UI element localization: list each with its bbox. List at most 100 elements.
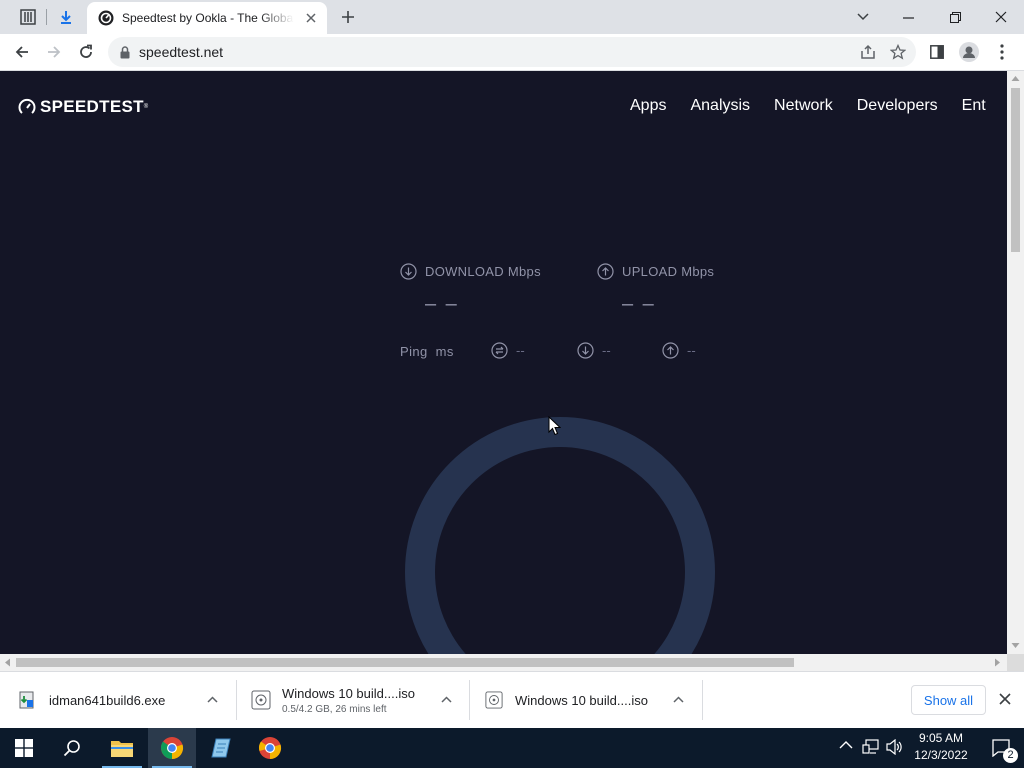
action-center-button[interactable]: 2 <box>980 728 1024 768</box>
download-item[interactable]: Windows 10 build....iso <box>485 672 702 728</box>
shelf-divider <box>469 680 470 720</box>
pinned-tab-downloads[interactable] <box>48 0 84 34</box>
ping-idle-value: -- <box>516 343 525 358</box>
scroll-up-icon[interactable] <box>1011 75 1020 82</box>
volume-tray-button[interactable] <box>886 739 904 755</box>
gauge-logo-icon <box>18 98 36 114</box>
chevron-up-icon[interactable] <box>673 696 684 703</box>
menu-button[interactable] <box>988 38 1016 66</box>
back-button[interactable] <box>8 38 36 66</box>
close-shelf-button[interactable] <box>999 693 1011 705</box>
ping-label: Ping ms <box>400 344 454 359</box>
download-name: idman641build6.exe <box>49 692 166 708</box>
download-icon <box>61 11 71 24</box>
url-text: speedtest.net <box>139 44 224 60</box>
pinned-tab-library[interactable] <box>10 0 46 34</box>
speedtest-favicon-icon <box>98 10 114 26</box>
download-name: Windows 10 build....iso <box>282 685 415 701</box>
idle-latency-icon <box>491 342 508 359</box>
network-tray-button[interactable] <box>862 739 880 755</box>
taskbar-chrome-canary[interactable] <box>246 728 294 768</box>
taskbar-chrome[interactable] <box>148 728 196 768</box>
nav-enterprise[interactable]: Ent <box>962 97 986 115</box>
chevron-up-icon[interactable] <box>207 696 218 703</box>
taskbar-clock[interactable]: 9:05 AM 12/3/2022 <box>908 730 974 764</box>
scroll-left-icon[interactable] <box>4 658 11 667</box>
side-panel-icon <box>930 45 944 59</box>
search-icon <box>63 740 80 757</box>
folder-icon <box>111 741 133 757</box>
close-icon <box>995 11 1007 23</box>
download-arrow-icon <box>400 263 417 280</box>
ping-download: -- <box>577 342 611 359</box>
bookmark-star-icon[interactable] <box>890 44 906 60</box>
address-bar[interactable]: speedtest.net <box>108 37 916 67</box>
tab-strip: Speedtest by Ookla - The Global Broadban… <box>0 0 1024 34</box>
restore-button[interactable] <box>943 7 967 27</box>
chrome-icon <box>161 737 184 760</box>
tab-separator <box>46 9 47 25</box>
scroll-down-icon[interactable] <box>1011 642 1020 649</box>
download-shelf: idman641build6.exe Windows 10 build....i… <box>0 671 1024 728</box>
library-icon <box>20 9 36 25</box>
logo-text: SPEEDTEST <box>40 97 144 116</box>
vertical-scrollbar[interactable] <box>1007 71 1024 654</box>
clock-time: 9:05 AM <box>918 731 964 745</box>
exe-file-icon <box>19 691 34 709</box>
minimize-button[interactable] <box>896 7 920 27</box>
windows-logo-icon <box>15 739 33 757</box>
search-button[interactable] <box>48 728 96 768</box>
horizontal-scroll-thumb[interactable] <box>16 658 794 667</box>
scroll-right-icon[interactable] <box>994 658 1001 667</box>
iso-file-icon <box>251 690 271 710</box>
horizontal-scrollbar[interactable] <box>0 654 1007 671</box>
download-progress-text: 0.5/4.2 GB, 26 mins left <box>282 703 387 715</box>
share-icon[interactable] <box>860 44 876 60</box>
tab-speedtest[interactable]: Speedtest by Ookla - The Global Broadban… <box>87 2 327 34</box>
network-icon <box>862 739 879 754</box>
start-button[interactable] <box>0 728 48 768</box>
arrow-right-icon <box>48 46 61 58</box>
chevron-up-icon <box>839 741 853 749</box>
nav-developers[interactable]: Developers <box>857 97 938 115</box>
reload-icon <box>80 44 92 58</box>
clock-date: 12/3/2022 <box>914 748 968 762</box>
profile-button[interactable] <box>955 38 983 66</box>
taskbar-file-explorer[interactable] <box>98 728 146 768</box>
shelf-divider <box>236 680 237 720</box>
download-value: – – <box>425 293 459 315</box>
nav-apps[interactable]: Apps <box>630 97 666 115</box>
scrollbar-corner <box>1007 654 1024 671</box>
download-item[interactable]: idman641build6.exe <box>18 672 236 728</box>
avatar-icon <box>959 42 979 62</box>
ping-idle: -- <box>491 342 525 359</box>
new-tab-button[interactable] <box>338 7 358 27</box>
reload-button[interactable] <box>72 38 100 66</box>
speedtest-page: SPEEDTEST ® Apps Analysis Network Develop… <box>0 71 1007 654</box>
taskbar-app[interactable] <box>197 728 245 768</box>
notepad-icon <box>211 738 231 758</box>
speaker-icon <box>886 739 902 755</box>
ping-upload: -- <box>662 342 696 359</box>
side-panel-button[interactable] <box>923 38 951 66</box>
upload-latency-icon <box>662 342 679 359</box>
minimize-icon <box>902 16 914 19</box>
close-window-button[interactable] <box>989 7 1013 27</box>
speed-gauge-ring[interactable] <box>404 416 716 654</box>
site-nav: Apps Analysis Network Developers Ent <box>630 97 986 115</box>
lock-icon <box>120 45 130 58</box>
download-metric: DOWNLOAD Mbps <box>400 263 541 280</box>
speedtest-logo[interactable]: SPEEDTEST ® <box>18 97 148 117</box>
tab-close-icon[interactable] <box>303 10 319 26</box>
show-all-button[interactable]: Show all <box>911 685 986 715</box>
upload-label: UPLOAD <box>622 264 678 279</box>
forward-button[interactable] <box>40 38 68 66</box>
chevron-up-icon[interactable] <box>441 696 452 703</box>
vertical-scroll-thumb[interactable] <box>1011 88 1020 252</box>
browser-icon <box>259 737 282 760</box>
nav-analysis[interactable]: Analysis <box>690 97 750 115</box>
download-item[interactable]: Windows 10 build....iso 0.5/4.2 GB, 26 m… <box>251 672 469 728</box>
nav-network[interactable]: Network <box>774 97 833 115</box>
tab-search-button[interactable] <box>853 7 873 27</box>
tray-overflow-button[interactable] <box>839 740 853 749</box>
